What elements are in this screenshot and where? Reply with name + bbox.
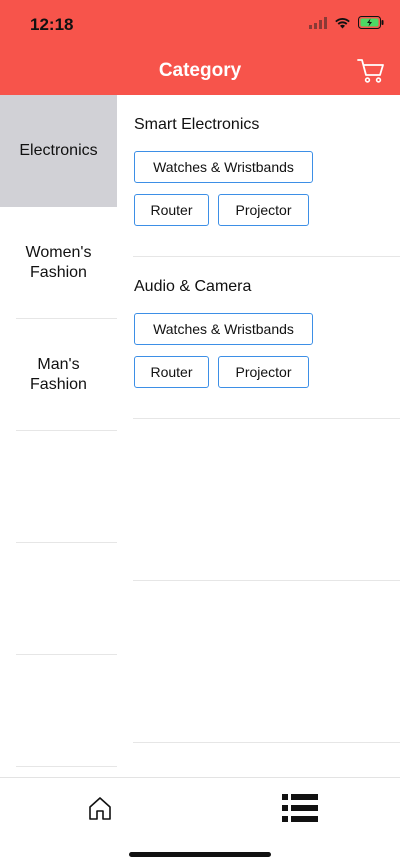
cart-button[interactable]: [357, 58, 385, 84]
chip-projector[interactable]: Projector: [218, 194, 309, 226]
status-icons: [309, 16, 384, 29]
section-title: Smart Electronics: [134, 116, 260, 133]
home-icon: [89, 797, 111, 820]
signal-icon: [309, 16, 327, 29]
sidebar-item-empty[interactable]: [0, 431, 117, 543]
sidebar-item-empty[interactable]: [0, 543, 117, 655]
category-sidebar: Electronics Women's Fashion Man's Fashio…: [0, 95, 117, 777]
list-icon: [282, 794, 318, 822]
page-title: Category: [158, 60, 242, 81]
cart-icon: [357, 59, 384, 83]
section-empty: [117, 581, 400, 743]
sidebar-item-label: Women's Fashion: [25, 244, 92, 281]
battery-icon: [358, 16, 384, 29]
app-header: 12:18 Category: [0, 0, 400, 95]
chip-router[interactable]: Router: [134, 194, 209, 226]
subcategory-list: Smart Electronics Watches & Wristbands R…: [117, 95, 400, 777]
tab-home[interactable]: [80, 792, 120, 824]
chip-watches-wristbands[interactable]: Watches & Wristbands: [134, 151, 313, 183]
sidebar-item-label: Electronics: [19, 142, 98, 159]
sidebar-item-empty[interactable]: [0, 655, 117, 767]
sidebar-item-electronics[interactable]: Electronics: [0, 95, 117, 207]
chip-router[interactable]: Router: [134, 356, 209, 388]
chip-projector[interactable]: Projector: [218, 356, 309, 388]
wifi-icon: [335, 17, 350, 28]
section-smart-electronics: Smart Electronics Watches & Wristbands R…: [117, 95, 400, 257]
sidebar-item-label: Man's Fashion: [30, 356, 87, 393]
status-time: 12:18: [30, 15, 74, 34]
tab-category[interactable]: [280, 792, 320, 824]
divider: [133, 742, 400, 743]
section-empty: [117, 419, 400, 581]
status-bar: 12:18: [0, 0, 400, 48]
section-audio-camera: Audio & Camera Watches & Wristbands Rout…: [117, 257, 400, 419]
sidebar-item-mans-fashion[interactable]: Man's Fashion: [0, 319, 117, 431]
home-indicator: [129, 852, 271, 857]
sidebar-item-womens-fashion[interactable]: Women's Fashion: [0, 207, 117, 319]
divider: [16, 766, 117, 767]
chip-watches-wristbands[interactable]: Watches & Wristbands: [134, 313, 313, 345]
section-title: Audio & Camera: [134, 278, 252, 295]
